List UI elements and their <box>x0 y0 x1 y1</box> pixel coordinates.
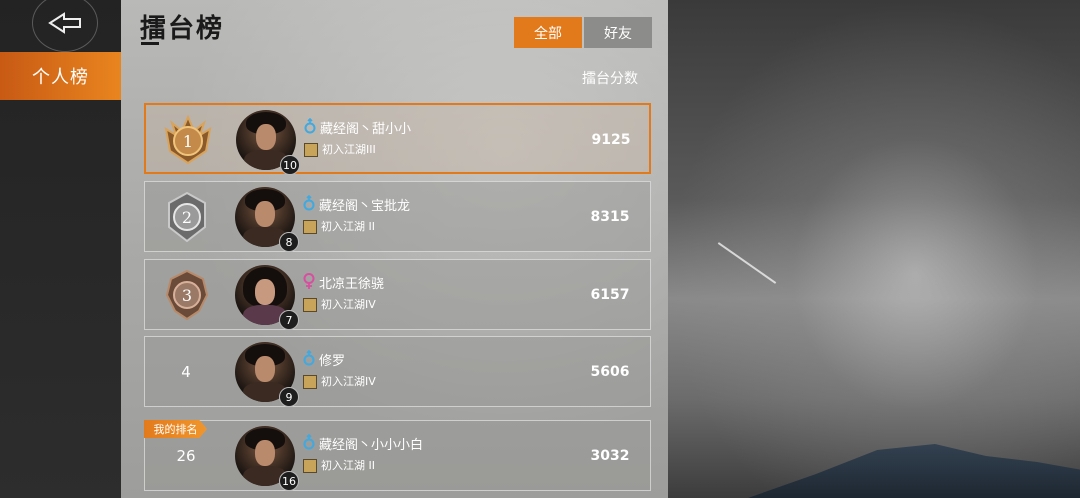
bronze-rank-badge-icon: 3 <box>165 269 209 321</box>
back-arrow-icon <box>48 12 81 34</box>
title-rank-icon <box>303 220 317 234</box>
player-score: 6157 <box>590 286 630 303</box>
player-score: 3032 <box>590 447 630 464</box>
filter-all-label: 全部 <box>534 25 562 42</box>
leaderboard-row[interactable]: 2 8 藏经阁丶宝批龙 初入江湖 II 8315 <box>144 181 651 252</box>
rank-number: 4 <box>181 362 191 381</box>
filter-all-button[interactable]: 全部 <box>514 17 582 48</box>
tab-personal-ranking-label: 个人榜 <box>32 67 89 88</box>
leaderboard-row[interactable]: 4 9 修罗 初入江湖IV 5606 <box>144 336 651 407</box>
player-title: 初入江湖III <box>322 143 376 156</box>
player-title: 初入江湖 II <box>321 220 375 233</box>
male-gender-icon <box>303 350 315 366</box>
back-button[interactable] <box>32 0 98 52</box>
player-name: 藏经阁丶甜小小 <box>320 122 412 137</box>
player-title: 初入江湖IV <box>321 375 376 388</box>
male-gender-icon <box>304 118 316 134</box>
player-title: 初入江湖 II <box>321 459 375 472</box>
player-name: 藏经阁丶宝批龙 <box>319 199 411 214</box>
level-badge: 9 <box>279 387 299 407</box>
male-gender-icon <box>303 434 315 450</box>
tab-personal-ranking[interactable]: 个人榜 <box>0 52 121 100</box>
player-name: 藏经阁丶小小小白 <box>319 438 424 453</box>
level-badge: 8 <box>279 232 299 252</box>
title-rank-icon <box>303 459 317 473</box>
score-column-header: 擂台分数 <box>582 71 638 87</box>
female-gender-icon <box>303 273 315 289</box>
background-mountain <box>748 444 1080 498</box>
player-score: 8315 <box>590 208 630 225</box>
page-title: 擂台榜 <box>140 14 225 44</box>
male-gender-icon <box>303 195 315 211</box>
title-underline <box>141 42 159 45</box>
leaderboard-row[interactable]: 3 7 北凉王徐骁 初入江湖IV 6157 <box>144 259 651 330</box>
svg-text:1: 1 <box>183 132 193 151</box>
my-rank-row[interactable]: 26 16 藏经阁丶小小小白 初入江湖 II 3032 <box>144 420 651 491</box>
level-badge: 7 <box>279 310 299 330</box>
sidebar: 个人榜 <box>0 0 121 498</box>
filter-friends-label: 好友 <box>604 25 632 42</box>
player-score: 5606 <box>590 363 630 380</box>
filter-friends-button[interactable]: 好友 <box>584 17 652 48</box>
player-score: 9125 <box>591 131 631 148</box>
title-rank-icon <box>303 298 317 312</box>
player-name: 修罗 <box>319 354 346 369</box>
silver-rank-badge-icon: 2 <box>168 191 206 243</box>
title-rank-icon <box>304 143 318 157</box>
level-badge: 10 <box>280 155 300 175</box>
svg-text:3: 3 <box>182 286 192 305</box>
level-badge: 16 <box>279 471 299 491</box>
player-name: 北凉王徐骁 <box>319 277 385 292</box>
player-title: 初入江湖IV <box>321 298 376 311</box>
svg-text:2: 2 <box>182 208 192 227</box>
title-rank-icon <box>303 375 317 389</box>
my-rank-tag: 我的排名 <box>144 420 207 438</box>
leaderboard-row[interactable]: 1 10 藏经阁丶甜小小 初入江湖III 9125 <box>144 103 651 175</box>
gold-rank-badge-icon: 1 <box>164 114 212 165</box>
